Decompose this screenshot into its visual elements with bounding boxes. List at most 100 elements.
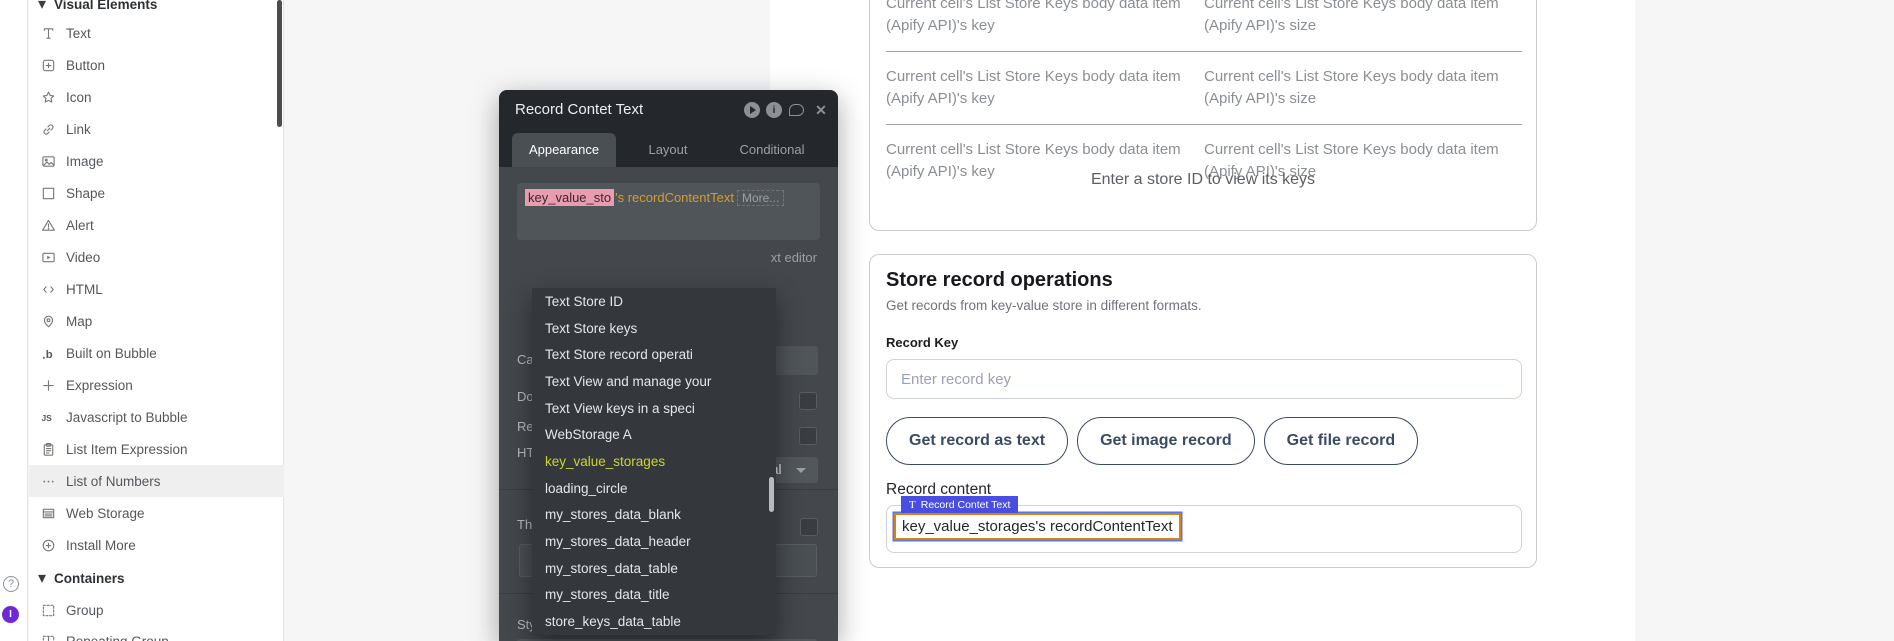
sidebar-item-label: Web Storage [66, 506, 145, 521]
dropdown-option[interactable]: WebStorage A [532, 421, 776, 448]
tab-appearance[interactable]: Appearance [512, 133, 616, 167]
property-editor-panel: Record Contet Text i ✕ AppearanceLayoutC… [499, 90, 838, 641]
canvas-page: Current cell's List Store Keys body data… [770, 0, 1635, 641]
js-icon: JS [40, 409, 56, 425]
expression-dynamic-token[interactable]: 's recordContentText [615, 190, 734, 205]
sidebar-item-expression[interactable]: Expression [29, 369, 284, 401]
size-cell: Current cell's List Store Keys body data… [1204, 66, 1524, 110]
text-icon [40, 25, 56, 41]
sidebar-item-built-on-bubble[interactable]: b Built on Bubble [29, 337, 284, 369]
sidebar-item-label: List of Numbers [66, 474, 161, 489]
plus-icon [40, 377, 56, 393]
dropdown-option[interactable]: key_value_storages [532, 448, 776, 475]
dropdown-option[interactable]: Text Store keys [532, 315, 776, 342]
sidebar-item-label: Icon [66, 90, 92, 105]
sidebar-item-list-of-numbers[interactable]: List of Numbers [29, 465, 284, 497]
checkbox[interactable] [800, 518, 818, 536]
sidebar-item-label: Repeating Group [66, 634, 169, 641]
dropdown-option[interactable]: my_stores_data_blank [532, 502, 776, 529]
card-subtitle: Get records from key-value store in diff… [886, 298, 1202, 313]
store-record-operations-card: Store record operations Get records from… [869, 254, 1537, 568]
dropdown-option[interactable]: store_keys_data_table [532, 608, 776, 635]
sidebar-item-javascript-to-bubble[interactable]: JS Javascript to Bubble [29, 401, 284, 433]
caret-down-icon: ▾ [38, 568, 46, 588]
selected-text-element[interactable]: key_value_storages's recordContentText [894, 513, 1181, 540]
html-icon [40, 281, 56, 297]
sidebar-item-text[interactable]: Text [29, 17, 284, 49]
sidebar-item-alert[interactable]: Alert [29, 209, 284, 241]
sidebar-item-install-more[interactable]: Install More [29, 529, 284, 561]
map-pin-icon [40, 313, 56, 329]
dropdown-option[interactable]: Text Store ID [532, 288, 776, 315]
get-file-record-button[interactable]: Get file record [1264, 417, 1418, 465]
field-label-partial: Th [517, 517, 532, 532]
get-record-as-text-button[interactable]: Get record as text [886, 417, 1068, 465]
sidebar-item-image[interactable]: Image [29, 145, 284, 177]
sidebar-item-repeating-group[interactable]: Repeating Group [29, 625, 284, 641]
dropdown-scrollbar[interactable] [769, 477, 774, 512]
text-expression-field[interactable]: key_value_sto 's recordContentText More.… [517, 183, 820, 240]
video-icon [40, 249, 56, 265]
image-icon [40, 153, 56, 169]
link-icon [40, 121, 56, 137]
selected-element-badge: T Record Contet Text [901, 496, 1018, 513]
group-icon [40, 602, 56, 618]
dropdown-option[interactable]: Text View and manage your [532, 368, 776, 395]
storage-icon [40, 505, 56, 521]
expression-more-chip[interactable]: More... [737, 190, 784, 206]
sidebar-item-label: Group [66, 603, 104, 618]
sidebar-section-containers[interactable]: ▾ Containers [29, 566, 284, 590]
info-icon[interactable]: i [766, 102, 782, 118]
expression-selected-token[interactable]: key_value_sto [525, 189, 614, 206]
rich-text-editor-link[interactable]: xt editor [771, 250, 817, 265]
sidebar-item-list-item-expression[interactable]: List Item Expression [29, 433, 284, 465]
avatar[interactable]: I [2, 606, 19, 623]
checkbox[interactable] [799, 427, 817, 445]
key-cell: Current cell's List Store Keys body data… [886, 0, 1206, 37]
install-icon [40, 537, 56, 553]
sidebar-item-shape[interactable]: Shape [29, 177, 284, 209]
panel-header[interactable]: Record Contet Text i ✕ [499, 90, 838, 130]
close-icon[interactable]: ✕ [813, 102, 829, 118]
tab-conditional[interactable]: Conditional [720, 133, 824, 167]
dropdown-option[interactable]: loading_circle [532, 475, 776, 502]
star-icon [40, 89, 56, 105]
card-title: Store record operations [886, 269, 1113, 292]
dropdown-option[interactable]: Text Store record operati [532, 341, 776, 368]
sidebar-item-label: Alert [66, 218, 94, 233]
sidebar-item-link[interactable]: Link [29, 113, 284, 145]
size-cell: Current cell's List Store Keys body data… [1204, 0, 1524, 37]
sidebar-item-group[interactable]: Group [29, 594, 284, 626]
caret-down-icon: ▾ [38, 0, 46, 14]
sidebar-section-visual-elements[interactable]: ▾ Visual Elements [29, 0, 284, 16]
comment-icon[interactable] [789, 102, 805, 118]
help-icon[interactable]: ? [3, 576, 19, 592]
badge-label: Record Contet Text [921, 499, 1011, 511]
key-table-row: Current cell's List Store Keys body data… [886, 0, 1522, 52]
dropdown-option[interactable]: my_stores_data_header [532, 528, 776, 555]
sidebar-item-video[interactable]: Video [29, 241, 284, 273]
elements-sidebar: ▾ Visual Elements Text Button Icon Link … [29, 0, 284, 641]
dropdown-option[interactable]: my_stores_data_table [532, 555, 776, 582]
sidebar-item-map[interactable]: Map [29, 305, 284, 337]
sidebar-item-icon[interactable]: Icon [29, 81, 284, 113]
record-buttons-row: Get record as textGet image recordGet fi… [886, 417, 1418, 465]
shape-icon [40, 185, 56, 201]
sidebar-item-label: Image [66, 154, 104, 169]
sidebar-scrollbar[interactable] [277, 0, 282, 127]
key-table-row: Current cell's List Store Keys body data… [886, 52, 1522, 125]
preview-play-icon[interactable] [744, 102, 760, 118]
sidebar-item-web-storage[interactable]: Web Storage [29, 497, 284, 529]
dropdown-option[interactable]: Text View keys in a speci [532, 395, 776, 422]
sidebar-item-html[interactable]: HTML [29, 273, 284, 305]
tab-layout[interactable]: Layout [616, 133, 720, 167]
sidebar-item-label: Map [66, 314, 92, 329]
record-key-input[interactable] [886, 359, 1522, 399]
dropdown-option[interactable]: my_stores_data_title [532, 582, 776, 609]
record-key-label: Record Key [886, 335, 958, 350]
autocomplete-dropdown: Text Store IDText Store keysText Store r… [532, 288, 776, 635]
sidebar-item-button[interactable]: Button [29, 49, 284, 81]
get-image-record-button[interactable]: Get image record [1077, 417, 1255, 465]
clipboard-icon [40, 441, 56, 457]
checkbox[interactable] [799, 392, 817, 410]
